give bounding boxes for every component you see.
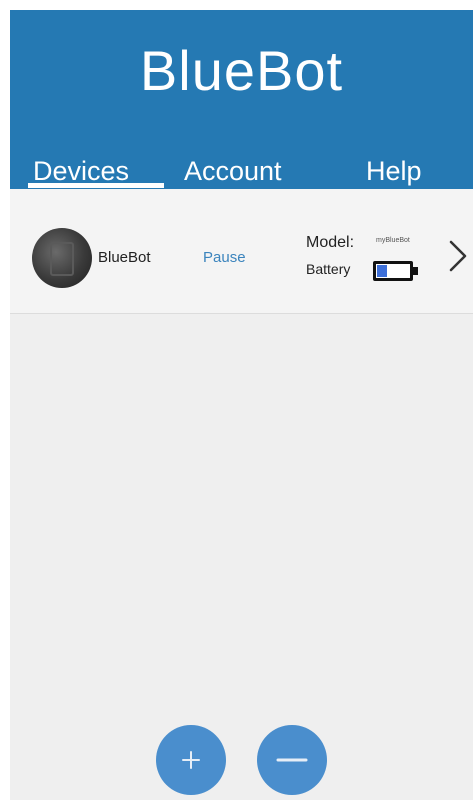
app-screen: BlueBot Devices Account Help BlueBot Pau… [10,10,473,800]
model-value: myBlueBot [376,237,410,244]
add-device-button[interactable] [156,725,226,795]
minus-icon [276,758,308,762]
battery-terminal [413,267,418,275]
device-list-item[interactable]: BlueBot Pause Model: myBlueBot Battery [10,189,473,314]
tab-account[interactable]: Account [184,156,282,187]
plus-icon [182,751,200,769]
robot-avatar [32,228,92,288]
battery-level-fill [377,265,387,277]
active-tab-indicator [28,183,164,188]
battery-label: Battery [306,261,351,277]
battery-icon [373,261,413,281]
app-title: BlueBot [139,39,344,102]
app-header: BlueBot Devices Account Help [10,10,473,189]
model-label: Model: [306,234,355,251]
tab-help[interactable]: Help [366,156,422,187]
device-name: BlueBot [98,249,151,266]
pause-button[interactable]: Pause [203,249,246,266]
remove-device-button[interactable] [257,725,327,795]
chevron-right-icon[interactable] [445,236,473,276]
